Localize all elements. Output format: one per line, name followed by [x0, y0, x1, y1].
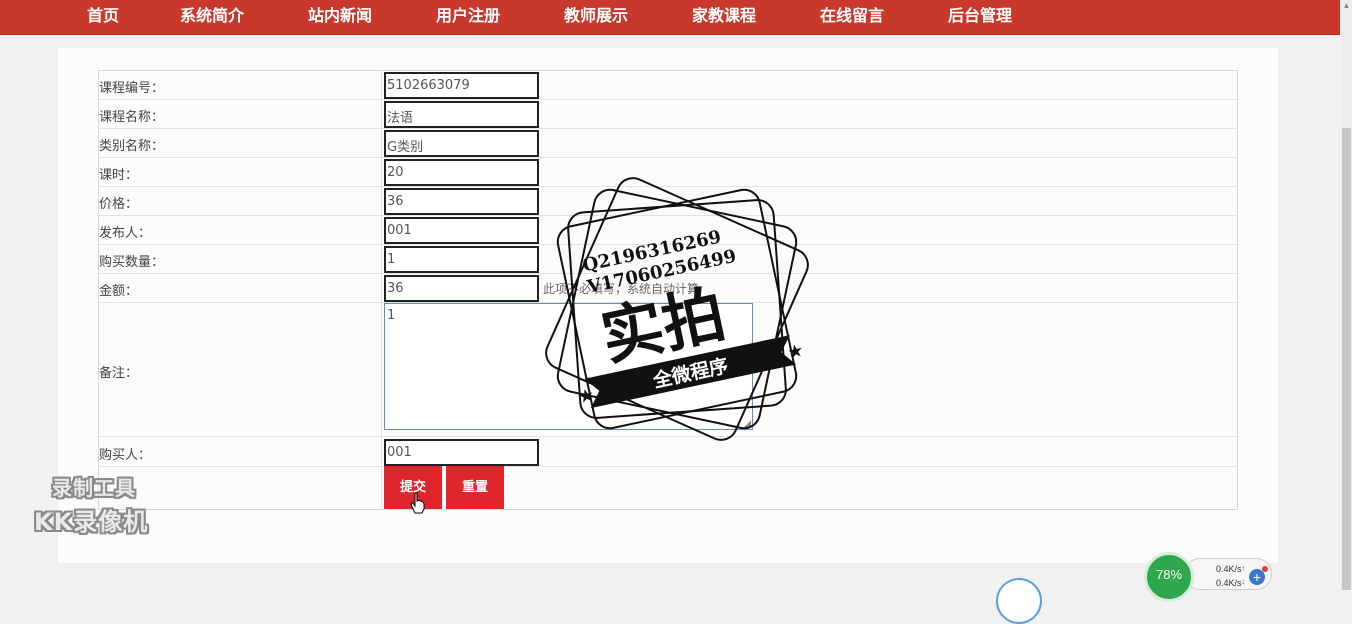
- class-hours-label: 课时：: [99, 168, 139, 183]
- scroll-thumb[interactable]: [1342, 128, 1351, 590]
- column-divider: [381, 70, 382, 510]
- publisher-input[interactable]: 001: [384, 217, 539, 244]
- page-scrollbar[interactable]: ▲: [1341, 0, 1352, 590]
- scroll-up-icon[interactable]: ▲: [1341, 0, 1352, 12]
- buyer-label: 购买人：: [99, 448, 152, 463]
- nav-item-courses[interactable]: 家教课程: [692, 0, 756, 32]
- price-label: 价格：: [99, 197, 139, 212]
- publisher-label: 发布人：: [99, 226, 152, 241]
- buyer-input[interactable]: 001: [384, 439, 539, 466]
- nav-item-messages[interactable]: 在线留言: [820, 0, 884, 32]
- recorder-line1: 录制工具: [52, 476, 136, 500]
- quantity-input[interactable]: 1: [384, 246, 539, 273]
- recorder-line2: KK录像机: [34, 508, 149, 536]
- remark-text: 1: [387, 308, 396, 323]
- amount-input[interactable]: 36: [384, 275, 539, 302]
- nav-item-intro[interactable]: 系统简介: [180, 0, 244, 32]
- upload-speed: 0.4K/s: [1216, 564, 1242, 574]
- nav-item-teachers[interactable]: 教师展示: [564, 0, 628, 32]
- nav-item-register[interactable]: 用户注册: [436, 0, 500, 32]
- reset-button[interactable]: 重置: [446, 466, 504, 509]
- watermark-stamp: Q2196316269 V17060256499 实拍 全微程序 ★ ★: [545, 177, 809, 441]
- hand-cursor-icon: [410, 492, 425, 514]
- row-divider: [98, 157, 1238, 158]
- floating-circle-widget[interactable]: [996, 578, 1042, 624]
- row-divider: [98, 99, 1238, 100]
- network-speed-widget[interactable]: ↑ ↓ 0.4K/s 0.4K/s 78% +: [1144, 552, 1274, 602]
- notification-dot: [1262, 566, 1268, 572]
- course-name-label: 课程名称：: [99, 110, 165, 125]
- nav-item-home[interactable]: 首页: [87, 0, 119, 32]
- star-icon: ★: [576, 384, 596, 407]
- category-name-input[interactable]: G类别: [384, 130, 539, 157]
- top-navbar: 首页 系统简介 站内新闻 用户注册 教师展示 家教课程 在线留言 后台管理: [0, 0, 1340, 35]
- category-name-label: 类别名称：: [99, 139, 165, 154]
- nav-item-admin[interactable]: 后台管理: [948, 0, 1012, 32]
- course-number-label: 课程编号：: [99, 81, 165, 96]
- star-icon: ★: [785, 340, 805, 363]
- amount-label: 金额：: [99, 284, 139, 299]
- nav-item-news[interactable]: 站内新闻: [308, 0, 372, 32]
- quantity-label: 购买数量：: [99, 255, 165, 270]
- usage-gauge[interactable]: 78%: [1144, 552, 1194, 602]
- row-divider: [98, 128, 1238, 129]
- class-hours-input[interactable]: 20: [384, 159, 539, 186]
- recorder-watermark: 录制工具 KK录像机: [28, 472, 178, 536]
- course-name-input[interactable]: 法语: [384, 101, 539, 128]
- download-speed: 0.4K/s: [1216, 578, 1242, 588]
- course-number-input[interactable]: 5102663079: [384, 72, 539, 99]
- remark-label: 备注：: [99, 366, 139, 381]
- price-input[interactable]: 36: [384, 188, 539, 215]
- row-divider: [98, 466, 1238, 467]
